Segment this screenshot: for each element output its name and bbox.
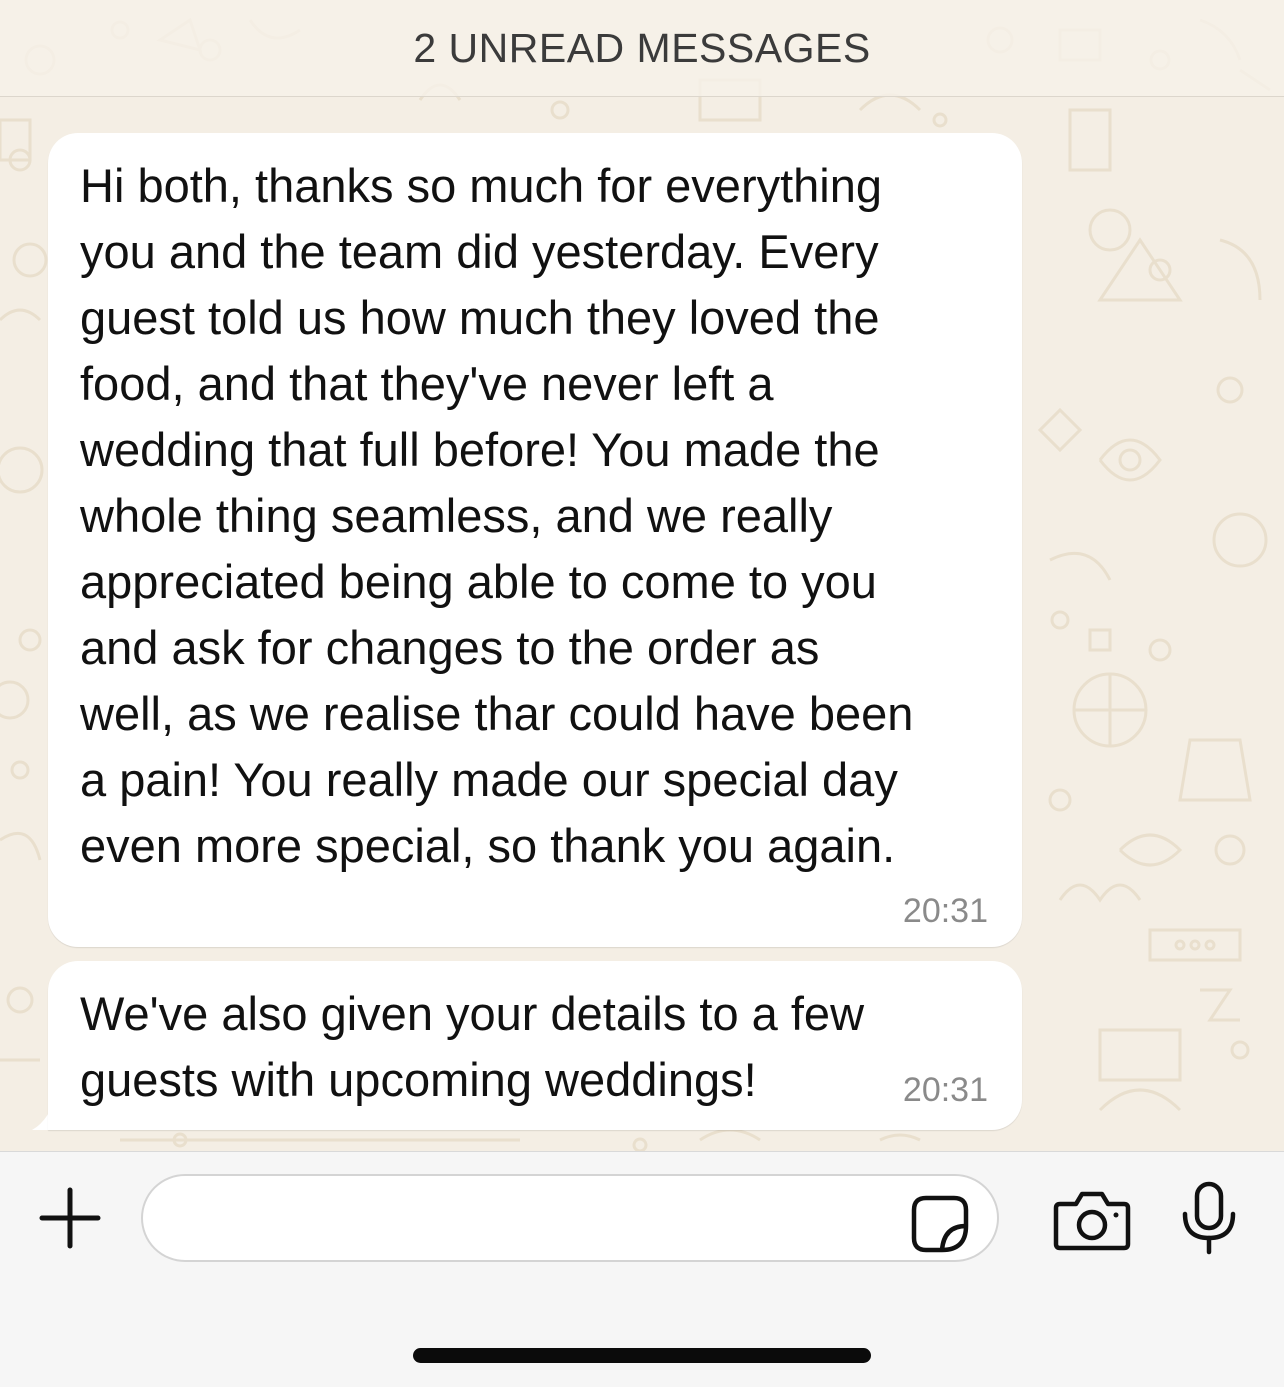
- message-bubble[interactable]: We've also given your details to a few g…: [48, 961, 1022, 1130]
- home-indicator[interactable]: [413, 1348, 871, 1363]
- message-composer-bar: [0, 1151, 1284, 1387]
- chat-area[interactable]: 2 UNREAD MESSAGES Hi both, thanks so muc…: [0, 0, 1284, 1151]
- plus-icon: [39, 1187, 101, 1249]
- microphone-icon: [1182, 1181, 1236, 1255]
- camera-icon: [1053, 1191, 1131, 1251]
- microphone-button[interactable]: [1178, 1180, 1240, 1256]
- sticker-button[interactable]: [908, 1192, 972, 1256]
- sticker-icon: [911, 1195, 969, 1253]
- message-timestamp: 20:31: [902, 1071, 988, 1109]
- camera-button[interactable]: [1052, 1188, 1132, 1252]
- message-text: Hi both, thanks so much for everything y…: [80, 159, 914, 872]
- message-bubble[interactable]: Hi both, thanks so much for everything y…: [48, 133, 1022, 947]
- message-text: We've also given your details to a few g…: [80, 987, 865, 1106]
- message-input[interactable]: [141, 1174, 999, 1262]
- attach-plus-button[interactable]: [34, 1182, 106, 1254]
- unread-messages-banner: 2 UNREAD MESSAGES: [0, 0, 1284, 97]
- unread-messages-label: 2 UNREAD MESSAGES: [413, 24, 871, 71]
- message-timestamp: 20:31: [902, 892, 988, 930]
